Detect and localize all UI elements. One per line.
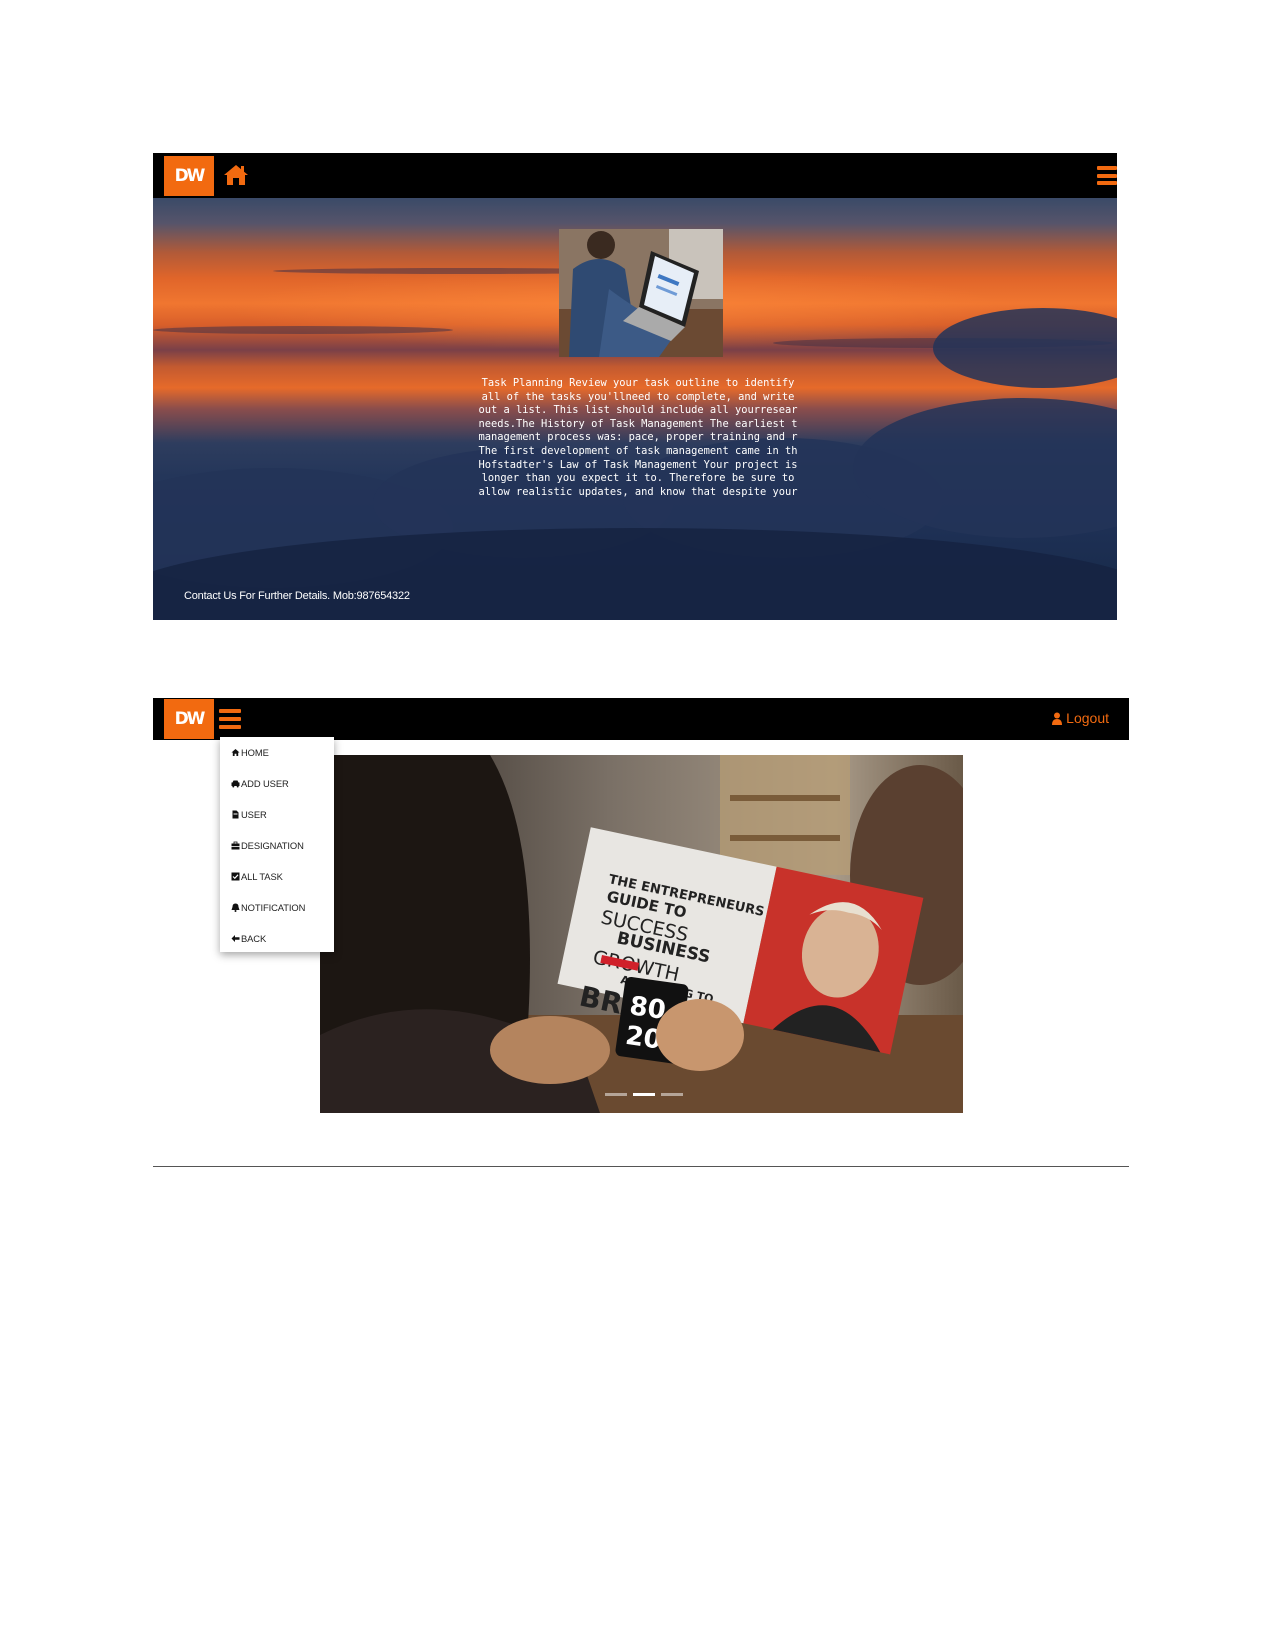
menu-item-label: DESIGNATION (241, 839, 304, 851)
cloud-streak (153, 326, 453, 334)
hamburger-line (219, 725, 241, 729)
dashboard-screen: DW Logout THE ENTREPRENEURS GUIDE TO SUC… (153, 698, 1129, 1168)
carousel-indicator[interactable] (661, 1093, 683, 1096)
hamburger-line (1097, 166, 1117, 170)
menu-item-label: HOME (241, 746, 269, 758)
arrow-left-icon (231, 934, 240, 942)
menu-item-add-user[interactable]: ADD USER (231, 774, 289, 792)
top-navbar: DW Logout (153, 698, 1129, 740)
menu-item-label: NOTIFICATION (241, 901, 306, 913)
menu-item-label: ADD USER (241, 777, 289, 789)
page-divider (153, 1166, 1129, 1167)
carousel-indicator[interactable] (605, 1093, 627, 1096)
hamburger-line (219, 709, 241, 713)
user-icon (1052, 712, 1063, 725)
menu-item-user[interactable]: USER (231, 805, 267, 823)
hamburger-line (1097, 173, 1117, 178)
carousel-image: THE ENTREPRENEURS GUIDE TO SUCCESS BUSIN… (320, 755, 963, 1113)
dw-logo[interactable]: DW (164, 156, 214, 196)
cloud (933, 308, 1117, 388)
home-icon[interactable] (223, 163, 249, 187)
home-icon (231, 748, 240, 756)
carousel-indicator-active[interactable] (633, 1093, 655, 1096)
menu-item-back[interactable]: BACK (231, 929, 266, 947)
check-square-icon (231, 872, 240, 880)
file-icon (232, 810, 239, 818)
dw-logo[interactable]: DW (164, 699, 214, 739)
car-icon (231, 780, 240, 787)
menu-item-home[interactable]: HOME (231, 743, 269, 761)
top-navbar: DW (153, 153, 1117, 198)
menu-item-notification[interactable]: NOTIFICATION (231, 898, 305, 916)
hamburger-menu-button[interactable] (219, 709, 241, 729)
menu-item-designation[interactable]: DESIGNATION (231, 836, 304, 854)
menu-item-label: USER (241, 808, 267, 820)
briefcase-icon (231, 841, 240, 849)
landing-screen: DW Task Planning Review your task outlin… (153, 153, 1117, 620)
logout-button[interactable]: Logout (1052, 710, 1109, 726)
task-description: Task Planning Review your task outline t… (478, 377, 798, 498)
logout-label: Logout (1066, 710, 1109, 726)
hamburger-line (1097, 181, 1117, 185)
menu-item-label: ALL TASK (241, 870, 283, 882)
sidebar-dropdown-menu: HOME ADD USER USER DESIGNATION ALL TASK … (220, 737, 334, 952)
menu-item-all-task[interactable]: ALL TASK (231, 867, 283, 885)
hero-image (559, 229, 723, 357)
hamburger-menu-button[interactable] (1097, 166, 1117, 185)
menu-item-label: BACK (241, 932, 267, 944)
bell-icon (231, 903, 240, 912)
contact-info: Contact Us For Further Details. Mob:9876… (184, 590, 410, 602)
carousel-indicators (605, 1093, 683, 1096)
hamburger-line (219, 717, 241, 721)
